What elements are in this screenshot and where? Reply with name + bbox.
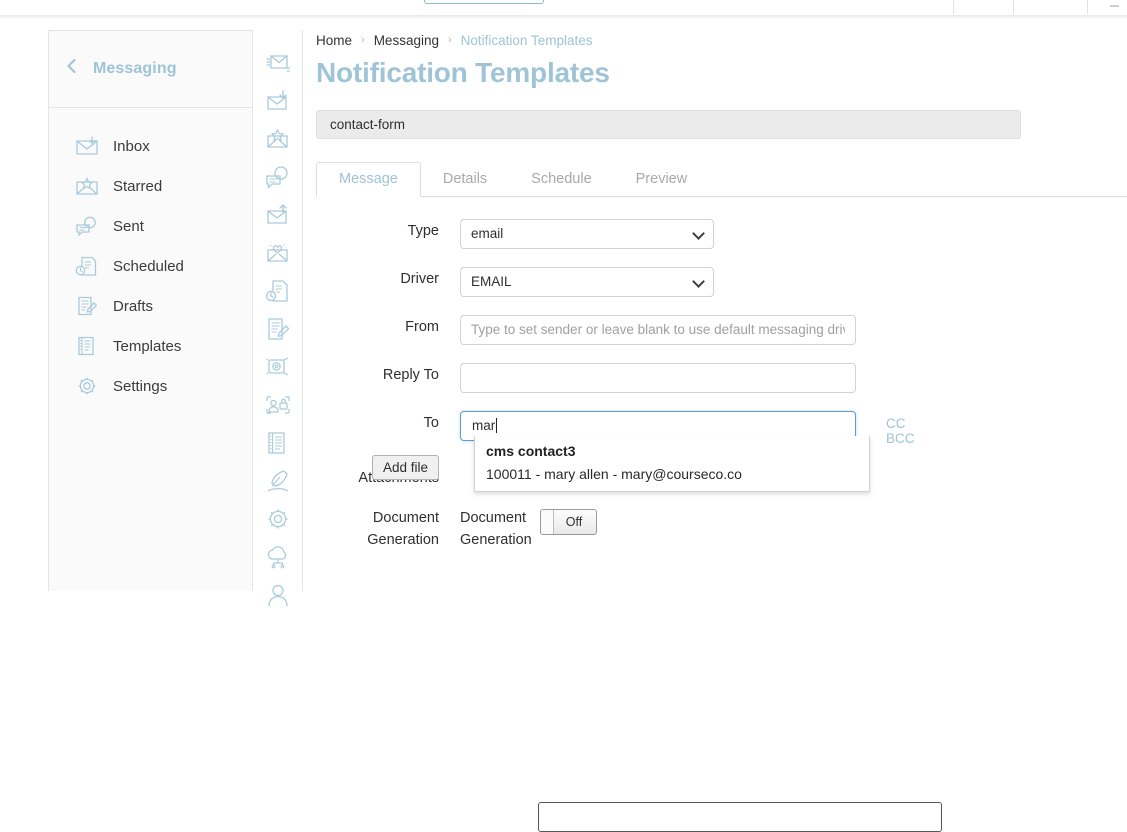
sidebar-item-sent[interactable]: Sent bbox=[49, 206, 252, 246]
breadcrumb-item-home[interactable]: Home bbox=[316, 33, 352, 48]
page-title: Notification Templates bbox=[316, 58, 1127, 89]
form-row-type: Type email sms push bbox=[316, 219, 1127, 249]
sidebar-item-templates[interactable]: Templates bbox=[49, 326, 252, 366]
user-avatar-icon[interactable] bbox=[253, 576, 303, 614]
breadcrumb-separator: › bbox=[361, 34, 365, 46]
toggle-knob bbox=[541, 510, 554, 534]
toggle-state-label: Off bbox=[554, 515, 596, 529]
sidebar-item-starred[interactable]: Starred bbox=[49, 166, 252, 206]
breadcrumb-separator: › bbox=[448, 34, 452, 46]
document-clock-icon[interactable] bbox=[253, 272, 303, 310]
form-row-driver: Driver EMAIL SMTP MAILGUN bbox=[316, 267, 1127, 297]
icon-rail bbox=[253, 30, 303, 591]
tab-schedule[interactable]: Schedule bbox=[509, 162, 613, 197]
driver-label: Driver bbox=[316, 267, 460, 291]
autocomplete-option[interactable]: 100011 - mary allen - mary@courseco.co bbox=[475, 462, 869, 491]
gear-icon[interactable] bbox=[253, 500, 303, 538]
document-list-icon[interactable] bbox=[253, 424, 303, 462]
document-generation-label: Document Generation bbox=[316, 507, 460, 551]
driver-select[interactable]: EMAIL SMTP MAILGUN bbox=[460, 267, 714, 297]
tab-label: Preview bbox=[636, 171, 688, 187]
top-strip-divider-1 bbox=[953, 0, 954, 14]
document-list-icon bbox=[75, 333, 109, 359]
envelope-download-icon bbox=[75, 133, 109, 159]
envelope-upload-icon[interactable] bbox=[253, 196, 303, 234]
form-row-from: From bbox=[316, 315, 1127, 345]
cc-bcc-link[interactable]: CC BCC bbox=[886, 416, 915, 446]
add-file-button[interactable]: Add file bbox=[372, 455, 439, 480]
tab-preview[interactable]: Preview bbox=[614, 162, 710, 197]
sidebar-item-label: Scheduled bbox=[113, 258, 184, 275]
form-row-reply-to: Reply To bbox=[316, 363, 1127, 393]
cloud-connect-icon[interactable] bbox=[253, 538, 303, 576]
tab-message[interactable]: Message bbox=[316, 162, 421, 197]
from-input[interactable] bbox=[460, 315, 856, 345]
envelope-download-icon[interactable] bbox=[253, 82, 303, 120]
top-strip-input[interactable] bbox=[424, 0, 544, 4]
envelope-stack-icon[interactable] bbox=[253, 44, 303, 82]
envelope-star-icon[interactable] bbox=[253, 120, 303, 158]
sidebar-item-scheduled[interactable]: Scheduled bbox=[49, 246, 252, 286]
bottom-partial-input[interactable] bbox=[538, 802, 942, 832]
reply-to-input[interactable] bbox=[460, 363, 856, 393]
user-lock-icon[interactable] bbox=[253, 386, 303, 424]
tab-label: Schedule bbox=[531, 171, 591, 187]
sidebar-item-label: Inbox bbox=[113, 138, 150, 155]
messaging-sidebar: Messaging Inbox Starred Sent Scheduled bbox=[48, 30, 253, 591]
camera-settings-icon[interactable] bbox=[253, 348, 303, 386]
quill-pen-icon[interactable] bbox=[253, 462, 303, 500]
text-cursor bbox=[496, 418, 497, 433]
message-form: Type email sms push Driver EMAIL bbox=[316, 219, 1127, 551]
chevron-left-icon[interactable] bbox=[49, 59, 93, 79]
tab-label: Message bbox=[339, 171, 398, 187]
sidebar-item-label: Settings bbox=[113, 378, 167, 395]
top-strip-divider-2 bbox=[1013, 0, 1014, 14]
sidebar-item-inbox[interactable]: Inbox bbox=[49, 126, 252, 166]
to-autocomplete-dropdown[interactable]: cms contact3 100011 - mary allen - mary@… bbox=[474, 436, 870, 492]
document-pencil-icon bbox=[75, 293, 109, 319]
sidebar-title: Messaging bbox=[93, 60, 177, 78]
type-label: Type bbox=[316, 219, 460, 243]
form-row-document-generation: Document Generation Document Generation … bbox=[316, 507, 1127, 551]
to-label: To bbox=[316, 411, 460, 435]
template-name-field[interactable]: contact-form bbox=[316, 110, 1021, 139]
top-strip-divider-3 bbox=[1087, 0, 1088, 14]
gear-icon bbox=[75, 373, 109, 399]
document-generation-toggle[interactable]: Off bbox=[540, 509, 597, 535]
envelope-heart-icon[interactable] bbox=[253, 234, 303, 272]
from-label: From bbox=[316, 315, 460, 339]
autocomplete-group-label: cms contact3 bbox=[475, 436, 869, 462]
breadcrumb-item-current: Notification Templates bbox=[461, 33, 593, 48]
document-clock-icon bbox=[75, 253, 109, 279]
sidebar-item-label: Starred bbox=[113, 178, 162, 195]
breadcrumb: Home › Messaging › Notification Template… bbox=[316, 30, 1127, 50]
document-generation-label-text: Document Generation bbox=[367, 510, 439, 548]
breadcrumb-item-messaging[interactable]: Messaging bbox=[374, 33, 439, 48]
document-generation-inline-label: Document Generation bbox=[460, 507, 536, 551]
top-strip-minimize-icon[interactable] bbox=[1110, 5, 1119, 7]
sidebar-nav: Inbox Starred Sent Scheduled Drafts bbox=[49, 108, 252, 406]
top-browser-strip bbox=[0, 0, 1127, 15]
envelope-star-icon bbox=[75, 173, 109, 199]
sidebar-item-label: Sent bbox=[113, 218, 144, 235]
tab-label: Details bbox=[443, 171, 487, 187]
document-pencil-icon[interactable] bbox=[253, 310, 303, 348]
chat-bubbles-icon[interactable] bbox=[253, 158, 303, 196]
tab-bar: Message Details Schedule Preview bbox=[316, 162, 1127, 197]
top-strip-shadow bbox=[0, 15, 1127, 19]
type-select[interactable]: email sms push bbox=[460, 219, 714, 249]
sidebar-header[interactable]: Messaging bbox=[49, 31, 252, 108]
sidebar-item-label: Templates bbox=[113, 338, 181, 355]
chat-bubbles-icon bbox=[75, 213, 109, 239]
sidebar-item-settings[interactable]: Settings bbox=[49, 366, 252, 406]
tab-details[interactable]: Details bbox=[421, 162, 509, 197]
reply-to-label: Reply To bbox=[316, 363, 460, 387]
sidebar-item-drafts[interactable]: Drafts bbox=[49, 286, 252, 326]
to-input-value: mar bbox=[472, 418, 495, 433]
sidebar-item-label: Drafts bbox=[113, 298, 153, 315]
main-content: Home › Messaging › Notification Template… bbox=[316, 30, 1127, 591]
